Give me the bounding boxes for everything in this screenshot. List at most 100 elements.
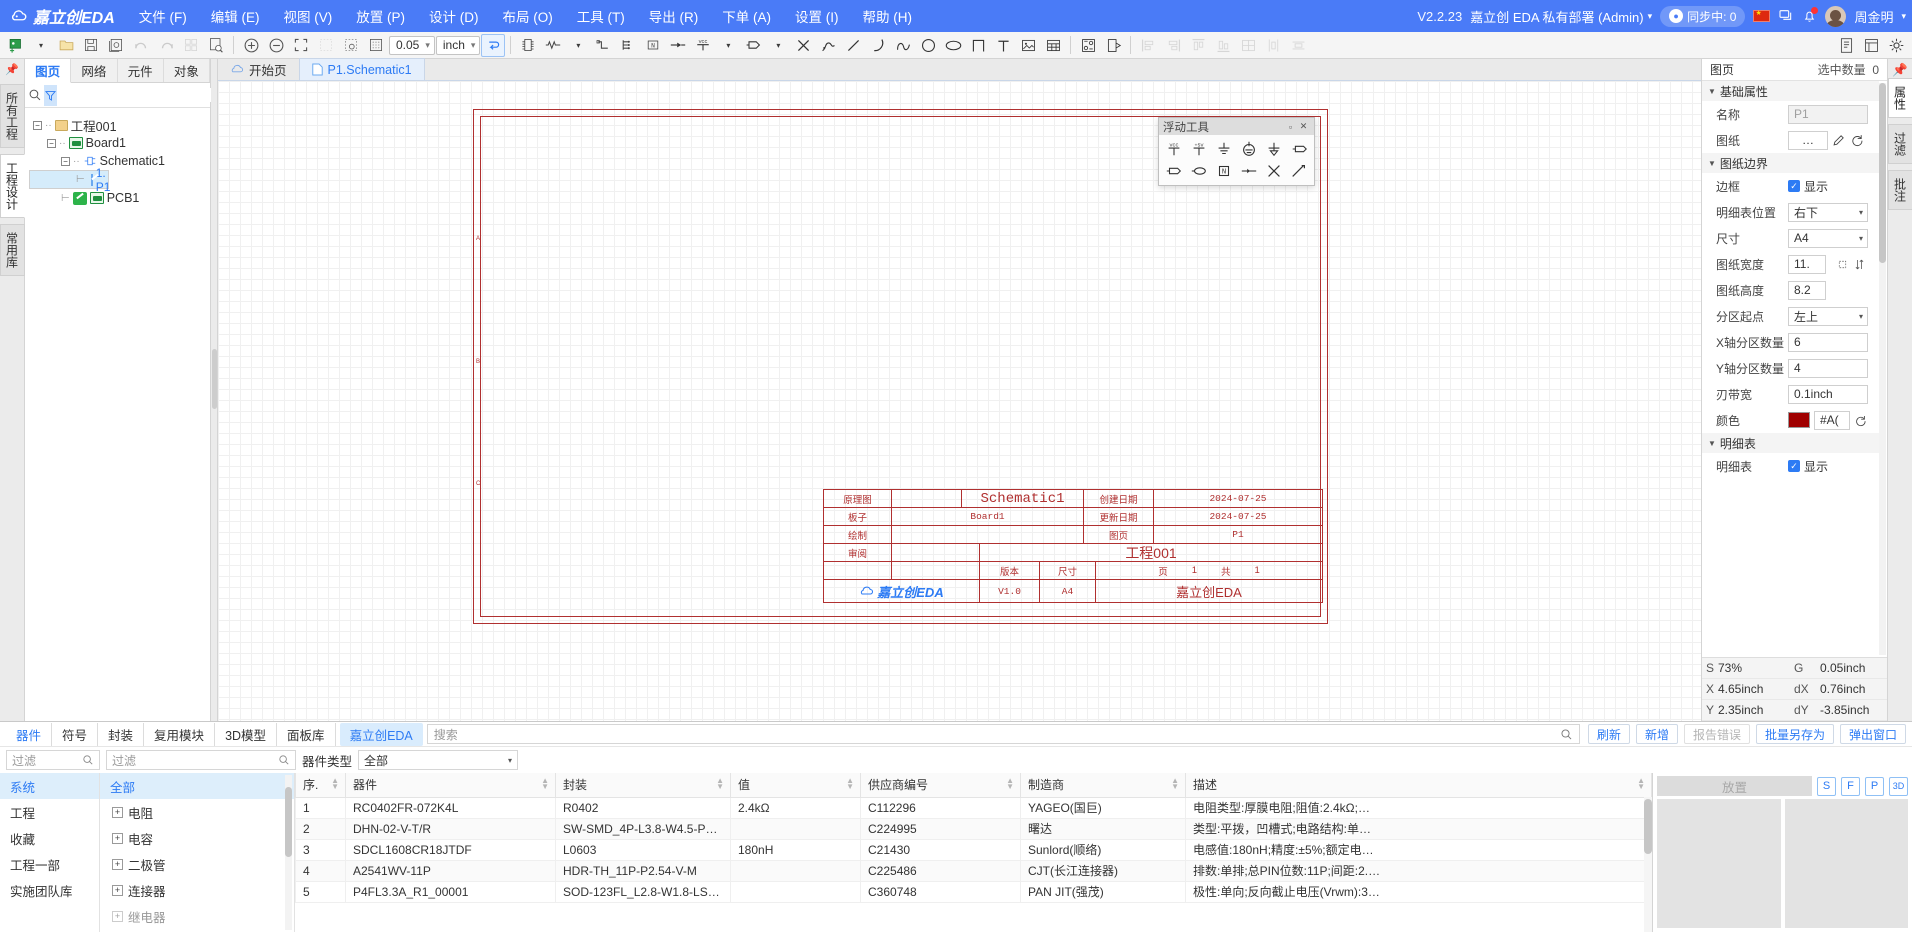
pin-icon[interactable]: 📌 xyxy=(5,63,19,76)
align-top-icon[interactable] xyxy=(1186,34,1210,57)
menu-item-file[interactable]: 文件 (F) xyxy=(127,2,199,30)
notifications-icon[interactable] xyxy=(1802,7,1819,24)
place-text-icon[interactable] xyxy=(991,34,1015,57)
tree-search-input[interactable] xyxy=(59,88,214,102)
menu-item-view[interactable]: 视图 (V) xyxy=(272,2,345,30)
library-item-project[interactable]: 工程 xyxy=(0,799,99,825)
place-symbol-icon[interactable] xyxy=(541,34,565,57)
place-table-icon[interactable] xyxy=(1041,34,1065,57)
tab-nets[interactable]: 网络 xyxy=(71,59,118,82)
library-search-bar[interactable]: 搜索 xyxy=(426,724,1580,744)
expand-icon[interactable]: + xyxy=(112,832,123,844)
tree-node-project[interactable]: − ·· 工程001 xyxy=(29,116,206,134)
report-error-button[interactable]: 报告错误 xyxy=(1683,724,1750,744)
distribute-v-icon[interactable] xyxy=(1286,34,1310,57)
place-vcc-icon[interactable]: VCC xyxy=(691,34,715,57)
menu-item-tools[interactable]: 工具 (T) xyxy=(565,2,637,30)
align-left-icon[interactable] xyxy=(1136,34,1160,57)
avatar[interactable] xyxy=(1825,5,1847,27)
library-filter-input[interactable]: 过滤 xyxy=(6,750,100,770)
align-grid-icon[interactable] xyxy=(1236,34,1260,57)
refresh-icon[interactable] xyxy=(1850,133,1864,147)
find-document-icon[interactable] xyxy=(204,34,228,57)
place-netport-icon[interactable] xyxy=(741,34,765,57)
maximize-icon[interactable]: ▫ xyxy=(1284,120,1297,133)
properties-scrollbar-thumb[interactable] xyxy=(1879,83,1886,263)
table-row[interactable]: 4 A2541WV-11P HDR-TH_11P-P2.54-V-M C2254… xyxy=(295,859,1652,882)
library-item-system[interactable]: 系统 xyxy=(0,773,99,799)
draw-ellipse-icon[interactable] xyxy=(941,34,965,57)
floating-tools-window[interactable]: 浮动工具 ▫ ✕ VCC +5V N xyxy=(1158,117,1315,186)
plus5v-symbol-icon[interactable]: +5V xyxy=(1186,138,1211,160)
col-index[interactable]: 序. ▲ ▼ xyxy=(295,773,346,798)
library-item-dept1[interactable]: 工程一部 xyxy=(0,851,99,877)
properties-scroll-area[interactable]: ▼ 基础属性 名称 P1 图纸 … ▼ 图纸边界 边框 ✓ 显示 明细表位置 右… xyxy=(1702,81,1887,657)
sheet-more-button[interactable]: … xyxy=(1788,130,1828,150)
table-row[interactable]: 3 SDCL1608CR18JTDF L0603 180nH C21430 Su… xyxy=(295,838,1652,861)
add-button[interactable]: 新增 xyxy=(1635,724,1678,744)
border-checkbox[interactable]: ✓ xyxy=(1788,180,1800,192)
lib-tab-panel-library[interactable]: 面板库 xyxy=(277,722,336,746)
cross-probe-icon[interactable] xyxy=(1101,34,1125,57)
netport-left-symbol-icon[interactable] xyxy=(1161,160,1186,182)
close-icon[interactable]: ✕ xyxy=(1297,120,1310,133)
vstrip-tab-common-library[interactable]: 常用库 xyxy=(0,224,25,276)
symbol-preview[interactable] xyxy=(1657,799,1781,928)
user-chevron-down-icon[interactable]: ▾ xyxy=(1901,11,1906,22)
sync-status-badge[interactable]: ● 同步中: 0 xyxy=(1660,5,1746,27)
expand-icon[interactable]: + xyxy=(112,884,123,896)
place-netflag-icon[interactable] xyxy=(666,34,690,57)
col-component[interactable]: 器件 ▲ ▼ xyxy=(345,773,556,798)
col-supplier-no[interactable]: 供应商编号 ▲ ▼ xyxy=(860,773,1021,798)
col-footprint[interactable]: 封装 ▲ ▼ xyxy=(555,773,731,798)
vstrip-tab-project-design[interactable]: 工程设计 xyxy=(0,154,25,218)
pin-icon[interactable]: 📌 xyxy=(1892,63,1908,78)
menu-item-place[interactable]: 放置 (P) xyxy=(344,2,417,30)
name-input[interactable]: P1 xyxy=(1788,104,1868,124)
table-row[interactable]: 2 DHN-02-V-T/R SW-SMD_4P-L3.8-W4.5-P1.27… xyxy=(295,817,1652,840)
tree-node-board[interactable]: − ·· Board1 xyxy=(29,134,206,152)
no-connect-symbol-icon[interactable] xyxy=(1262,160,1287,182)
popout-window-button[interactable]: 弹出窗口 xyxy=(1839,724,1906,744)
new-document-icon[interactable] xyxy=(4,34,28,57)
edit-pencil-icon[interactable] xyxy=(1832,133,1846,147)
tree-node-schematic[interactable]: − ·· Schematic1 xyxy=(29,152,206,170)
zoom-selection-icon[interactable] xyxy=(314,34,338,57)
vcc-caret-icon[interactable]: ▾ xyxy=(716,34,740,57)
lib-tab-components[interactable]: 器件 xyxy=(6,722,53,746)
save-all-icon[interactable] xyxy=(104,34,128,57)
language-flag-icon[interactable] xyxy=(1753,9,1771,22)
col-value[interactable]: 值 ▲ ▼ xyxy=(730,773,861,798)
grid-icon[interactable] xyxy=(364,34,388,57)
search-icon[interactable] xyxy=(1560,728,1573,741)
menu-item-order[interactable]: 下单 (A) xyxy=(710,2,783,30)
library-item-team[interactable]: 实施团队库 xyxy=(0,877,99,903)
sheet-width-input[interactable]: 11. xyxy=(1788,254,1826,274)
document-settings-icon[interactable] xyxy=(1834,34,1858,57)
search-icon[interactable] xyxy=(82,754,94,766)
draw-curve-icon[interactable] xyxy=(891,34,915,57)
panels-icon[interactable] xyxy=(179,34,203,57)
filter-icon[interactable] xyxy=(44,84,57,106)
draw-circle-icon[interactable] xyxy=(916,34,940,57)
redo-icon[interactable] xyxy=(154,34,178,57)
col-description[interactable]: 描述 ▲ ▼ xyxy=(1185,773,1652,798)
sheet-size-select[interactable]: A4 ▾ xyxy=(1788,228,1868,248)
batch-save-as-button[interactable]: 批量另存为 xyxy=(1755,724,1834,744)
draw-arc-icon[interactable] xyxy=(866,34,890,57)
preview-footprint-button[interactable]: F xyxy=(1841,776,1860,796)
reset-color-icon[interactable] xyxy=(1854,414,1867,427)
search-icon[interactable] xyxy=(278,754,290,766)
place-image-icon[interactable] xyxy=(1016,34,1040,57)
section-sheet-border[interactable]: ▼ 图纸边界 xyxy=(1702,153,1879,173)
tab-objects[interactable]: 对象 xyxy=(164,59,210,82)
distribute-h-icon[interactable] xyxy=(1261,34,1285,57)
wire-tool-icon[interactable] xyxy=(481,33,506,57)
lib-tab-symbols[interactable]: 符号 xyxy=(52,722,99,746)
gear-icon[interactable] xyxy=(1884,34,1908,57)
vstrip-tab-all-projects[interactable]: 所有工程 xyxy=(0,84,25,148)
new-caret-icon[interactable]: ▾ xyxy=(29,34,53,57)
component-type-select[interactable]: 全部 ▾ xyxy=(358,750,519,770)
edit-pencil-icon[interactable] xyxy=(72,191,87,205)
search-icon[interactable] xyxy=(28,85,42,106)
